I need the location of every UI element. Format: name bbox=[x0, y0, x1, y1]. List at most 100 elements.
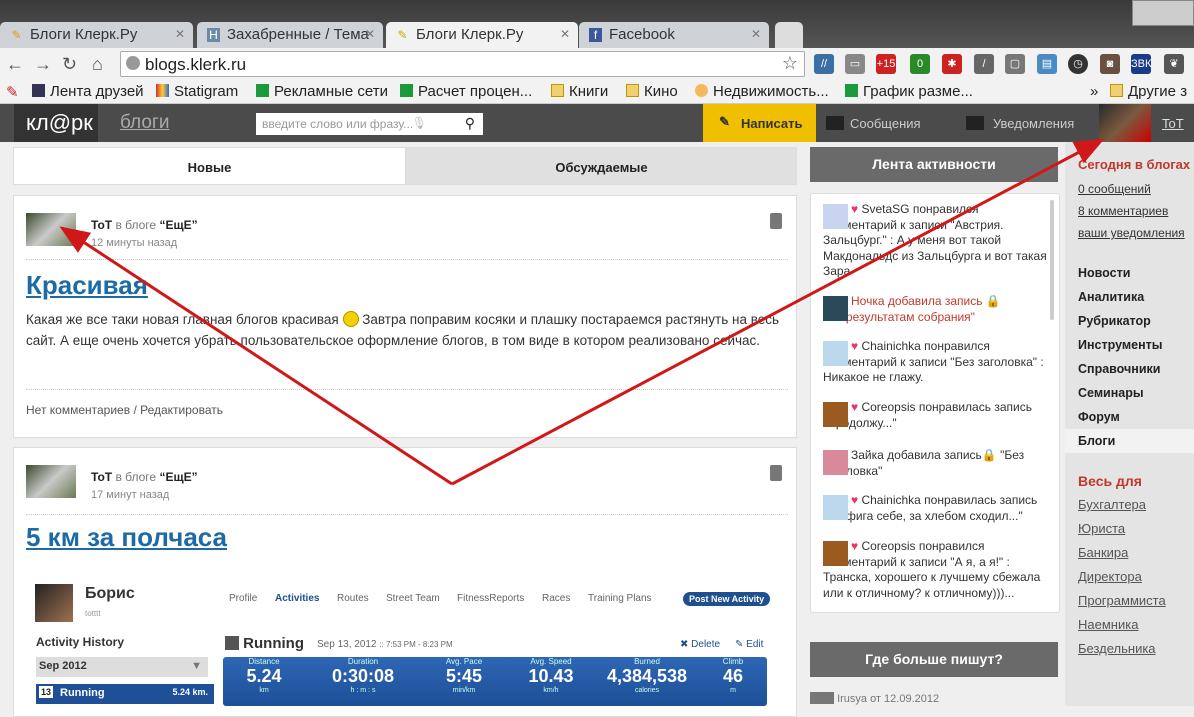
pin-icon[interactable] bbox=[770, 465, 782, 481]
evernote-icon[interactable]: ❦ bbox=[1164, 54, 1184, 74]
extension-icon[interactable]: ✱ bbox=[942, 54, 962, 74]
pen-icon[interactable]: ✎ bbox=[6, 83, 19, 101]
browser-tab[interactable]: ✎ Блоги Клерк.Ру ✕ bbox=[0, 22, 193, 48]
feed-item[interactable]: Зайка добавила запись🔒 "Без заголовка" bbox=[823, 448, 1051, 479]
star-icon[interactable]: ☆ bbox=[782, 53, 798, 74]
bookmark[interactable]: Книги bbox=[551, 83, 608, 100]
browser-tab[interactable]: f Facebook ✕ bbox=[579, 22, 769, 48]
clock-icon[interactable]: ◷ bbox=[1068, 54, 1088, 74]
post-title[interactable]: Красивая bbox=[26, 270, 148, 301]
bookmark[interactable]: Statigram bbox=[156, 83, 238, 100]
tab-label: Блоги Клерк.Ру bbox=[416, 26, 524, 43]
comments-count-link[interactable]: 8 комментариев bbox=[1078, 204, 1168, 218]
stat-unit: calories bbox=[634, 687, 660, 694]
author-avatar[interactable] bbox=[26, 465, 76, 498]
blogs-link[interactable]: блоги bbox=[120, 112, 169, 134]
author-name[interactable]: ToT bbox=[91, 470, 112, 484]
pin-icon[interactable] bbox=[770, 213, 782, 229]
home-icon[interactable]: ⌂ bbox=[92, 54, 103, 75]
for-mercenary[interactable]: Наемника bbox=[1078, 617, 1138, 632]
edit-link[interactable]: / Редактировать bbox=[133, 403, 223, 417]
window-controls[interactable] bbox=[1132, 0, 1194, 26]
close-icon[interactable]: ✕ bbox=[175, 27, 185, 41]
author-avatar[interactable] bbox=[26, 213, 76, 246]
feed-item[interactable]: ♥ Chainichka понравился комментарий к за… bbox=[823, 339, 1051, 386]
address-bar[interactable]: blogs.klerk.ru ☆ bbox=[120, 51, 805, 77]
bookmark[interactable]: Кино bbox=[626, 83, 678, 100]
close-icon[interactable]: ✕ bbox=[365, 27, 375, 41]
bookmark[interactable]: Лента друзей bbox=[32, 83, 144, 100]
for-director[interactable]: Директора bbox=[1078, 569, 1142, 584]
tab-new[interactable]: Новые bbox=[13, 147, 406, 185]
nav-seminars[interactable]: Семинары bbox=[1078, 386, 1144, 400]
site-logo[interactable]: кл@рк bbox=[14, 104, 98, 142]
search-icon[interactable]: ⚲ bbox=[465, 115, 475, 132]
nav-reference[interactable]: Справочники bbox=[1078, 362, 1160, 376]
feed-item[interactable]: ♥ Coreopsis понравилась запись "Продолжу… bbox=[823, 400, 1051, 431]
vk-badge-icon[interactable]: ЗВК bbox=[1131, 54, 1151, 74]
pen-tool-icon[interactable]: / bbox=[974, 54, 994, 74]
feed-scrollbar[interactable] bbox=[1050, 200, 1054, 320]
nav-analytics[interactable]: Аналитика bbox=[1078, 290, 1144, 304]
other-bookmarks[interactable]: Другие з bbox=[1110, 83, 1187, 100]
tab-discussed[interactable]: Обсуждаемые bbox=[406, 147, 797, 185]
user-name-link[interactable]: ToT bbox=[1162, 116, 1184, 131]
stat: Distance 5.24 km bbox=[223, 657, 305, 694]
browser-tab-active[interactable]: ✎ Блоги Клерк.Ру ✕ bbox=[386, 22, 578, 48]
search-input[interactable]: введите слово или фразу... 🎙 ⚲ bbox=[256, 113, 483, 135]
close-icon[interactable]: ✕ bbox=[560, 27, 570, 41]
messages-count-link[interactable]: 0 сообщений bbox=[1078, 182, 1151, 196]
bookmark[interactable]: График разме... bbox=[845, 83, 973, 100]
nav-forum[interactable]: Форум bbox=[1078, 410, 1120, 424]
for-accountant[interactable]: Бухгалтера bbox=[1078, 497, 1146, 512]
blog-post: ToT в блоге “ЕщЕ” 12 минуты назад Красив… bbox=[13, 195, 797, 438]
post-title[interactable]: 5 км за полчаса bbox=[26, 522, 227, 553]
for-lawyer[interactable]: Юриста bbox=[1078, 521, 1125, 536]
image-icon[interactable]: ▤ bbox=[1037, 54, 1057, 74]
blog-name[interactable]: “ЕщЕ” bbox=[159, 218, 197, 232]
post-footer: Нет комментариев / Редактировать bbox=[26, 403, 223, 417]
bookmark-label: Рекламные сети bbox=[274, 83, 388, 100]
for-programmer[interactable]: Программиста bbox=[1078, 593, 1166, 608]
bookmark[interactable]: Недвижимость... bbox=[695, 83, 829, 100]
bookmark[interactable]: Рекламные сети bbox=[256, 83, 388, 100]
feed-item[interactable]: ♥ SvetaSG понравился комментарий к запис… bbox=[823, 202, 1051, 280]
calendar-icon: 13 bbox=[39, 686, 54, 698]
bookmarks-overflow[interactable]: » bbox=[1090, 83, 1098, 100]
screenshot-icon[interactable]: ▢ bbox=[1005, 54, 1025, 74]
close-icon[interactable]: ✕ bbox=[751, 27, 761, 41]
author-name[interactable]: ToT bbox=[91, 218, 112, 232]
feed-item[interactable]: Ночка добавила запись 🔒 "По результатам с… bbox=[823, 294, 1051, 325]
extension-icon[interactable]: // bbox=[814, 54, 834, 74]
feed-item[interactable]: ♥ Coreopsis понравился комментарий к зап… bbox=[823, 539, 1051, 601]
forward-icon[interactable]: → bbox=[34, 54, 52, 75]
messages-button[interactable]: Сообщения bbox=[822, 104, 921, 142]
for-idler[interactable]: Бездельника bbox=[1078, 641, 1156, 656]
instagram-icon[interactable]: ◙ bbox=[1100, 54, 1120, 74]
blog-name[interactable]: “ЕщЕ” bbox=[159, 470, 197, 484]
nav-rubricator[interactable]: Рубрикатор bbox=[1078, 314, 1151, 328]
user-avatar[interactable] bbox=[1099, 104, 1151, 142]
nav-news[interactable]: Новости bbox=[1078, 266, 1130, 280]
for-title: Весь для bbox=[1078, 473, 1142, 489]
where-item[interactable]: Irusya от 12.09.2012 bbox=[810, 692, 939, 705]
microphone-icon[interactable]: 🎙 bbox=[412, 116, 427, 130]
nav-blogs[interactable]: Блоги bbox=[1078, 434, 1115, 448]
feed-item[interactable]: ♥ Chainichka понравилась запись "Ни фига… bbox=[823, 493, 1051, 524]
nav-tools[interactable]: Инструменты bbox=[1078, 338, 1162, 352]
for-banker[interactable]: Банкира bbox=[1078, 545, 1128, 560]
notifications-button[interactable]: Уведомления bbox=[962, 104, 1074, 142]
stat-label: Avg. Speed bbox=[530, 657, 572, 666]
mail-badge-icon[interactable]: 0 bbox=[910, 54, 930, 74]
notifications-link[interactable]: ваши уведомления bbox=[1078, 226, 1185, 240]
user-avatar bbox=[810, 692, 834, 704]
bookmark[interactable]: Расчет процен... bbox=[400, 83, 532, 100]
extension-icon[interactable]: ▭ bbox=[845, 54, 865, 74]
back-icon[interactable]: ← bbox=[6, 54, 24, 75]
plus-badge-icon[interactable]: +15 bbox=[876, 54, 896, 74]
write-button[interactable]: ✎ Написать bbox=[703, 104, 816, 142]
reload-icon[interactable]: ↻ bbox=[62, 54, 77, 75]
comments-link[interactable]: Нет комментариев bbox=[26, 403, 130, 417]
new-tab-button[interactable] bbox=[775, 22, 803, 48]
browser-tab[interactable]: H Захабренные / Тема ✕ bbox=[197, 22, 383, 48]
